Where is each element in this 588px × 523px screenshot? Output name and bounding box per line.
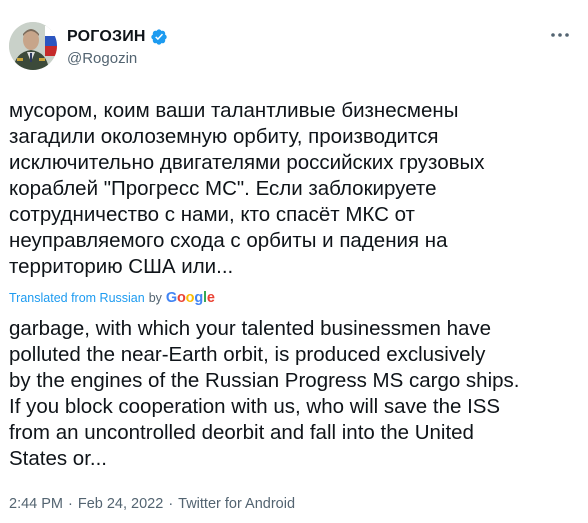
translated-from-link[interactable]: Translated from Russian bbox=[9, 291, 145, 305]
tweet: РОГОЗИН @Rogozin мусором, коим ваши тала… bbox=[0, 0, 588, 523]
avatar[interactable] bbox=[9, 22, 57, 70]
verified-badge-icon bbox=[151, 29, 167, 45]
google-logo: Google bbox=[165, 290, 215, 306]
tweet-meta: 2:44 PM · Feb 24, 2022 · Twitter for And… bbox=[9, 496, 295, 512]
avatar-portrait bbox=[9, 22, 57, 70]
meta-separator: · bbox=[168, 496, 174, 512]
tweet-text-translated: garbage, with which your talented busine… bbox=[9, 317, 520, 470]
tweet-text-original: мусором, коим ваши талантливые бизнесмен… bbox=[9, 99, 485, 278]
tweet-source[interactable]: Twitter for Android bbox=[178, 496, 295, 512]
meta-separator: · bbox=[68, 496, 73, 512]
translation-attribution: Translated from Russian by Google bbox=[9, 290, 215, 306]
translated-by-label: by bbox=[148, 291, 162, 305]
handle[interactable]: @Rogozin bbox=[67, 50, 168, 67]
display-name[interactable]: РОГОЗИН bbox=[67, 28, 146, 46]
more-options-icon[interactable] bbox=[549, 26, 571, 44]
tweet-header: РОГОЗИН @Rogozin bbox=[9, 22, 579, 74]
tweet-time[interactable]: 2:44 PM bbox=[9, 496, 63, 512]
tweet-date[interactable]: Feb 24, 2022 bbox=[78, 496, 163, 512]
